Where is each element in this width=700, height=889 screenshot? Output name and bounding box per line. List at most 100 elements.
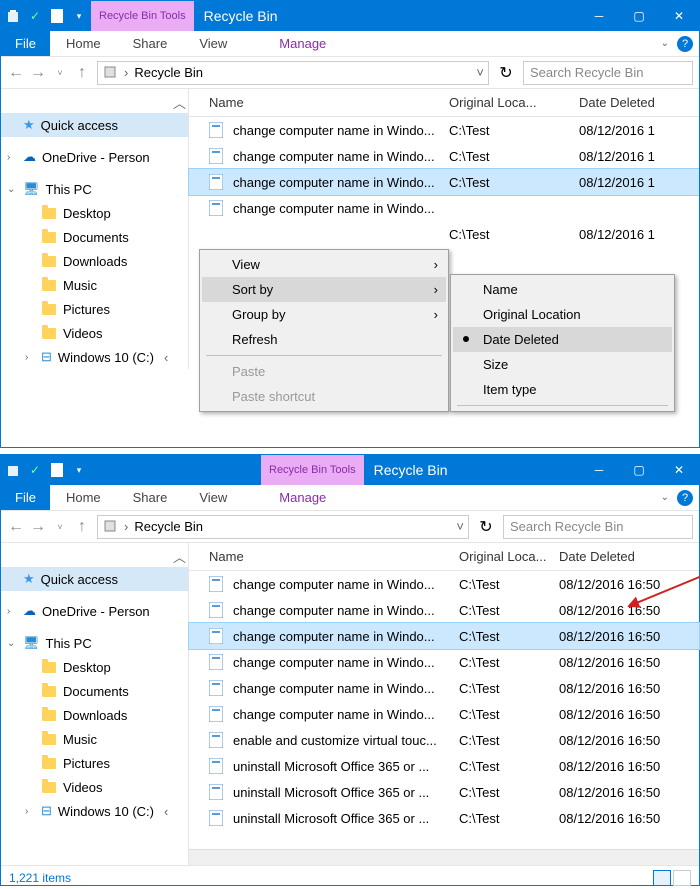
- back-button[interactable]: ←: [7, 64, 25, 82]
- sort-size[interactable]: Size: [453, 352, 672, 377]
- header-location[interactable]: Original Loca...: [459, 549, 559, 564]
- column-headers[interactable]: Name Original Loca... Date Deleted: [189, 543, 699, 571]
- sidebar-videos[interactable]: Videos: [1, 321, 188, 345]
- file-row[interactable]: change computer name in Windo...C:\Test0…: [189, 675, 699, 701]
- icons-view-button[interactable]: [673, 870, 691, 886]
- header-date[interactable]: Date Deleted: [559, 549, 699, 564]
- sidebar-downloads[interactable]: Downloads: [1, 703, 188, 727]
- close-button[interactable]: ✕: [659, 455, 699, 485]
- search-input[interactable]: Search Recycle Bin: [523, 61, 693, 85]
- sidebar-documents[interactable]: Documents: [1, 225, 188, 249]
- refresh-button[interactable]: ↻: [475, 516, 497, 538]
- tab-home[interactable]: Home: [50, 485, 117, 510]
- tab-file[interactable]: File: [1, 31, 50, 56]
- file-row[interactable]: change computer name in Windo...C:\Test0…: [189, 597, 699, 623]
- sidebar-onedrive[interactable]: ›☁OneDrive - Person: [1, 599, 188, 623]
- sidebar-pictures[interactable]: Pictures: [1, 297, 188, 321]
- file-row[interactable]: C:\Test08/12/2016 1: [189, 221, 699, 247]
- ctx-refresh[interactable]: Refresh: [202, 327, 446, 352]
- tab-manage[interactable]: Manage: [263, 31, 342, 56]
- file-row[interactable]: change computer name in Windo...C:\Test0…: [189, 143, 699, 169]
- chevron-down-icon[interactable]: ⌄: [7, 184, 15, 195]
- page-icon[interactable]: [49, 8, 65, 24]
- dropdown-icon[interactable]: ▾: [71, 462, 87, 478]
- sidebar-documents[interactable]: Documents: [1, 679, 188, 703]
- tool-tab[interactable]: Recycle Bin Tools: [91, 1, 194, 31]
- sidebar-downloads[interactable]: Downloads: [1, 249, 188, 273]
- forward-button[interactable]: →: [29, 64, 47, 82]
- refresh-button[interactable]: ↻: [495, 62, 517, 84]
- up-button[interactable]: ↑: [73, 518, 91, 536]
- address-bar[interactable]: › Recycle Bin ˅: [97, 515, 469, 539]
- tool-tab[interactable]: Recycle Bin Tools: [261, 455, 364, 485]
- file-row[interactable]: change computer name in Windo...C:\Test0…: [189, 701, 699, 727]
- minimize-button[interactable]: ─: [579, 1, 619, 31]
- sidebar-quick-access[interactable]: ★Quick access: [1, 113, 188, 137]
- page-icon[interactable]: [49, 462, 65, 478]
- sidebar-desktop[interactable]: Desktop: [1, 655, 188, 679]
- tab-home[interactable]: Home: [50, 31, 117, 56]
- search-input[interactable]: Search Recycle Bin: [503, 515, 693, 539]
- sort-name[interactable]: Name: [453, 277, 672, 302]
- chevron-right-icon[interactable]: ›: [7, 152, 10, 163]
- chevron-right-icon[interactable]: ›: [7, 606, 10, 617]
- sidebar-videos[interactable]: Videos: [1, 775, 188, 799]
- expand-ribbon-icon[interactable]: ⌄: [661, 492, 669, 503]
- tab-file[interactable]: File: [1, 485, 50, 510]
- file-row[interactable]: uninstall Microsoft Office 365 or ...C:\…: [189, 753, 699, 779]
- address-dropdown-icon[interactable]: ˅: [476, 65, 484, 80]
- ctx-group-by[interactable]: Group by›: [202, 302, 446, 327]
- file-row[interactable]: change computer name in Windo...C:\Test0…: [189, 117, 699, 143]
- header-name[interactable]: Name: [209, 549, 459, 564]
- chevron-right-icon[interactable]: ›: [124, 519, 128, 534]
- maximize-button[interactable]: ▢: [619, 455, 659, 485]
- sidebar-music[interactable]: Music: [1, 727, 188, 751]
- ctx-view[interactable]: View›: [202, 252, 446, 277]
- scroll-up-icon[interactable]: ︿: [173, 547, 186, 566]
- sidebar-pictures[interactable]: Pictures: [1, 751, 188, 775]
- breadcrumb-text[interactable]: Recycle Bin: [134, 519, 203, 534]
- file-row[interactable]: change computer name in Windo...C:\Test0…: [189, 623, 699, 649]
- horizontal-scrollbar[interactable]: [189, 849, 699, 865]
- sidebar-cdrive[interactable]: ›⊟Windows 10 (C:)‹: [1, 799, 188, 823]
- maximize-button[interactable]: ▢: [619, 1, 659, 31]
- file-row[interactable]: change computer name in Windo...C:\Test0…: [189, 571, 699, 597]
- header-date[interactable]: Date Deleted: [579, 95, 699, 110]
- recent-dropdown[interactable]: ˅: [51, 518, 69, 536]
- header-location[interactable]: Original Loca...: [449, 95, 579, 110]
- sidebar-onedrive[interactable]: ›☁OneDrive - Person: [1, 145, 188, 169]
- checkmark-icon[interactable]: ✓: [27, 8, 43, 24]
- dropdown-icon[interactable]: ▾: [71, 8, 87, 24]
- address-bar[interactable]: › Recycle Bin ˅: [97, 61, 489, 85]
- sidebar-this-pc[interactable]: ⌄🖥This PC: [1, 177, 188, 201]
- help-icon[interactable]: ?: [677, 490, 693, 506]
- column-headers[interactable]: Name Original Loca... Date Deleted: [189, 89, 699, 117]
- file-row[interactable]: uninstall Microsoft Office 365 or ...C:\…: [189, 805, 699, 831]
- sidebar-quick-access[interactable]: ★Quick access: [1, 567, 188, 591]
- chevron-right-icon[interactable]: ›: [25, 806, 28, 817]
- breadcrumb-text[interactable]: Recycle Bin: [134, 65, 203, 80]
- tab-share[interactable]: Share: [117, 485, 184, 510]
- details-view-button[interactable]: [653, 870, 671, 886]
- minimize-button[interactable]: ─: [579, 455, 619, 485]
- tab-manage[interactable]: Manage: [263, 485, 342, 510]
- chevron-down-icon[interactable]: ⌄: [7, 638, 15, 649]
- file-row[interactable]: change computer name in Windo...C:\Test0…: [189, 649, 699, 675]
- checkmark-icon[interactable]: ✓: [27, 462, 43, 478]
- expand-ribbon-icon[interactable]: ⌄: [661, 38, 669, 49]
- sidebar-music[interactable]: Music: [1, 273, 188, 297]
- address-dropdown-icon[interactable]: ˅: [456, 519, 464, 534]
- sort-date-deleted[interactable]: Date Deleted: [453, 327, 672, 352]
- close-button[interactable]: ✕: [659, 1, 699, 31]
- tab-share[interactable]: Share: [117, 31, 184, 56]
- scroll-up-icon[interactable]: ︿: [173, 93, 186, 112]
- file-row[interactable]: enable and customize virtual touc...C:\T…: [189, 727, 699, 753]
- help-icon[interactable]: ?: [677, 36, 693, 52]
- file-row[interactable]: change computer name in Windo...: [189, 195, 699, 221]
- chevron-right-icon[interactable]: ›: [124, 65, 128, 80]
- sort-item-type[interactable]: Item type: [453, 377, 672, 402]
- header-name[interactable]: Name: [209, 95, 449, 110]
- back-button[interactable]: ←: [7, 518, 25, 536]
- sidebar-this-pc[interactable]: ⌄🖥This PC: [1, 631, 188, 655]
- sidebar-desktop[interactable]: Desktop: [1, 201, 188, 225]
